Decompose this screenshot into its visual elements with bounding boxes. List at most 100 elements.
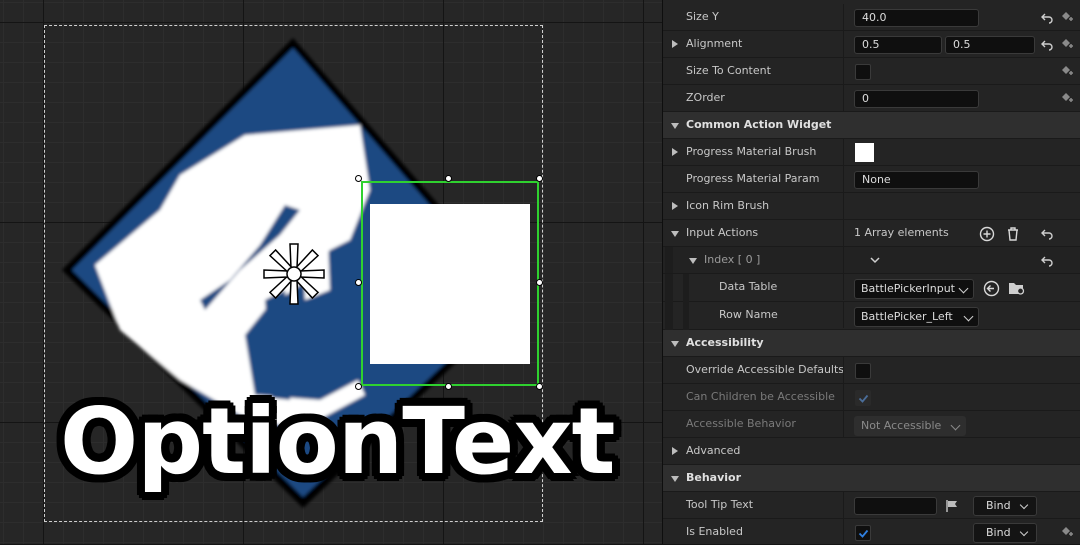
is-enabled-label: Is Enabled <box>686 525 743 538</box>
progress-material-param-label: Progress Material Param <box>686 172 820 185</box>
size-to-content-checkbox[interactable] <box>855 64 871 80</box>
chevron-down-icon <box>1019 527 1029 537</box>
collapse-arrow-icon[interactable] <box>671 231 679 237</box>
designer-viewport[interactable]: OptionText <box>0 0 662 544</box>
row-tool-tip-text: Tool Tip Text Bind <box>663 492 1080 519</box>
chevron-down-icon <box>950 420 961 431</box>
option-text[interactable]: OptionText <box>60 396 616 488</box>
row-zorder: ZOrder 0 <box>663 85 1080 112</box>
brush-color-swatch[interactable] <box>855 143 874 162</box>
key-add-icon[interactable] <box>1060 10 1074 24</box>
anchor-icon[interactable] <box>262 242 326 306</box>
chevron-down-icon <box>963 311 974 322</box>
section-title: Accessibility <box>686 336 764 349</box>
collapse-arrow-icon[interactable] <box>671 123 679 129</box>
collapse-arrow-icon[interactable] <box>671 476 679 482</box>
accessible-behavior-value: Not Accessible <box>861 419 942 432</box>
advanced-label: Advanced <box>686 444 741 457</box>
expand-arrow-icon[interactable] <box>672 202 678 210</box>
resize-handle[interactable] <box>536 279 543 286</box>
bind-label: Bind <box>986 526 1011 539</box>
zorder-input[interactable]: 0 <box>854 90 979 108</box>
add-element-icon[interactable] <box>979 226 995 242</box>
can-children-label: Can Children be Accessible <box>686 390 835 403</box>
can-children-checkbox[interactable] <box>855 390 871 406</box>
row-progress-material-brush[interactable]: Progress Material Brush <box>663 139 1080 166</box>
is-enabled-bind-button[interactable]: Bind <box>973 523 1037 543</box>
selection-box[interactable] <box>361 181 539 386</box>
override-defaults-label: Override Accessible Defaults <box>686 363 845 376</box>
size-y-label: Size Y <box>686 10 719 23</box>
row-size-to-content: Size To Content <box>663 58 1080 85</box>
row-data-table: Data Table BattlePickerInput <box>663 274 1080 302</box>
size-y-input[interactable]: 40.0 <box>854 9 979 27</box>
section-title: Behavior <box>686 471 742 484</box>
section-behavior[interactable]: Behavior <box>663 465 1080 492</box>
expand-arrow-icon[interactable] <box>672 40 678 48</box>
accessible-behavior-label: Accessible Behavior <box>686 417 796 430</box>
row-can-children-accessible: Can Children be Accessible <box>663 384 1080 411</box>
row-name-value: BattlePicker_Left <box>861 310 953 323</box>
collapse-arrow-icon[interactable] <box>671 341 679 347</box>
check-icon <box>858 529 869 538</box>
key-add-icon[interactable] <box>1060 37 1074 51</box>
row-size-y: Size Y 40.0 <box>663 4 1080 31</box>
trash-icon[interactable] <box>1006 226 1020 242</box>
row-override-accessible-defaults: Override Accessible Defaults <box>663 357 1080 384</box>
row-alignment[interactable]: Alignment 0.5 0.5 <box>663 31 1080 58</box>
index-label: Index [ 0 ] <box>704 253 761 266</box>
icon-rim-brush-label: Icon Rim Brush <box>686 199 770 212</box>
row-row-name: Row Name BattlePicker_Left <box>663 302 1080 330</box>
key-add-icon[interactable] <box>1060 64 1074 78</box>
alignment-x-input[interactable]: 0.5 <box>854 36 942 54</box>
accessible-behavior-dropdown[interactable]: Not Accessible <box>854 416 966 436</box>
row-advanced[interactable]: Advanced <box>663 438 1080 465</box>
flag-icon[interactable] <box>945 499 959 513</box>
reset-icon[interactable] <box>1041 255 1053 267</box>
resize-handle[interactable] <box>536 175 543 182</box>
expand-arrow-icon[interactable] <box>672 148 678 156</box>
details-panel: Size Y 40.0 Alignment 0.5 0.5 Size To Co… <box>662 0 1080 545</box>
row-input-actions[interactable]: Input Actions 1 Array elements <box>663 220 1080 247</box>
bind-label: Bind <box>986 499 1011 512</box>
progress-material-param-input[interactable]: None <box>854 171 979 189</box>
input-actions-label: Input Actions <box>686 226 759 239</box>
zorder-label: ZOrder <box>686 91 725 104</box>
tooltip-label: Tool Tip Text <box>686 498 754 511</box>
data-table-label: Data Table <box>719 280 778 293</box>
tooltip-input[interactable] <box>854 497 937 515</box>
size-to-content-label: Size To Content <box>686 64 771 77</box>
key-add-icon[interactable] <box>1060 91 1074 105</box>
use-selected-asset-icon[interactable] <box>983 280 1000 297</box>
collapse-arrow-icon[interactable] <box>689 258 697 264</box>
row-index-0[interactable]: Index [ 0 ] <box>663 247 1080 274</box>
data-table-dropdown[interactable]: BattlePickerInput <box>854 279 974 299</box>
section-accessibility[interactable]: Accessibility <box>663 330 1080 357</box>
resize-handle[interactable] <box>355 175 362 182</box>
is-enabled-checkbox[interactable] <box>855 525 871 541</box>
data-table-value: BattlePickerInput <box>861 282 955 295</box>
resize-handle[interactable] <box>445 175 452 182</box>
row-accessible-behavior: Accessible Behavior Not Accessible <box>663 411 1080 438</box>
row-name-dropdown[interactable]: BattlePicker_Left <box>854 307 979 327</box>
chevron-down-icon <box>1019 500 1029 510</box>
section-title: Common Action Widget <box>686 118 832 131</box>
reset-icon[interactable] <box>1041 228 1053 240</box>
input-actions-summary: 1 Array elements <box>854 226 949 239</box>
reset-icon[interactable] <box>1041 12 1053 24</box>
row-name-label: Row Name <box>719 308 778 321</box>
override-defaults-checkbox[interactable] <box>855 363 871 379</box>
tooltip-bind-button[interactable]: Bind <box>973 496 1037 516</box>
browse-folder-icon[interactable] <box>1008 280 1026 296</box>
row-icon-rim-brush[interactable]: Icon Rim Brush <box>663 193 1080 220</box>
key-add-icon[interactable] <box>1060 525 1074 539</box>
resize-handle[interactable] <box>355 279 362 286</box>
alignment-label: Alignment <box>686 37 743 50</box>
chevron-down-icon[interactable] <box>869 256 881 266</box>
expand-arrow-icon[interactable] <box>672 447 678 455</box>
reset-icon[interactable] <box>1041 39 1053 51</box>
section-common-action-widget[interactable]: Common Action Widget <box>663 112 1080 139</box>
row-is-enabled: Is Enabled Bind <box>663 519 1080 545</box>
alignment-y-input[interactable]: 0.5 <box>945 36 1035 54</box>
chevron-down-icon <box>958 283 969 294</box>
